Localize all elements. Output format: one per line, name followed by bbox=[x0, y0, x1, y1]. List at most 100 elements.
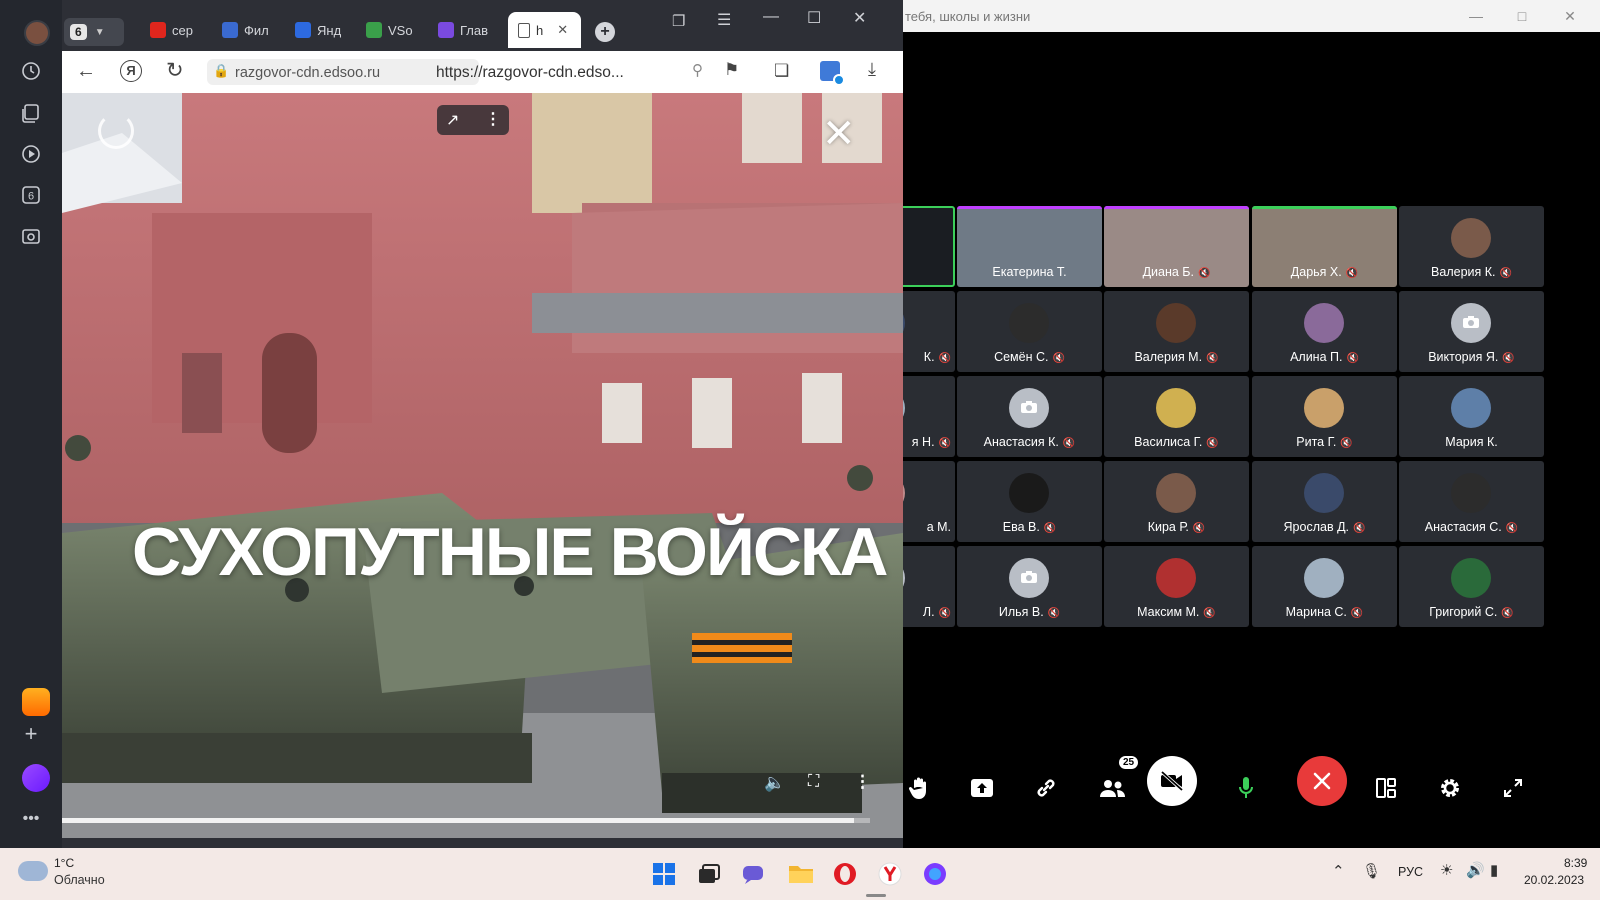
close-icon[interactable]: ✕ bbox=[1560, 6, 1580, 26]
participant-tile[interactable]: Григорий С. 🔇 bbox=[1399, 546, 1544, 627]
browser-tab[interactable]: Янд bbox=[285, 12, 355, 48]
fullscreen-button[interactable] bbox=[1485, 760, 1541, 816]
microphone-tray-icon[interactable]: 🎙 bbox=[1362, 862, 1381, 880]
history-icon[interactable] bbox=[18, 58, 44, 84]
participant-name: Рита Г. 🔇 bbox=[1252, 435, 1397, 449]
alice-icon[interactable] bbox=[919, 858, 951, 890]
browser-tab[interactable]: Глав bbox=[428, 12, 498, 48]
participant-tile[interactable]: Ева В. 🔇 bbox=[957, 461, 1102, 542]
wifi-icon[interactable]: ☀ bbox=[1440, 861, 1453, 879]
yandex-logo-icon[interactable]: Я bbox=[120, 60, 142, 82]
microphone-button[interactable] bbox=[1218, 760, 1274, 816]
participant-tile[interactable]: Илья В. 🔇 bbox=[957, 546, 1102, 627]
avatar bbox=[1304, 473, 1344, 513]
start-icon[interactable] bbox=[648, 858, 680, 890]
minimize-icon[interactable]: — bbox=[763, 8, 779, 26]
copy-link-button[interactable] bbox=[1018, 760, 1074, 816]
participant-name-text: Л. bbox=[922, 605, 935, 619]
tab-active[interactable]: h ✕ bbox=[508, 12, 581, 48]
volume-tray-icon[interactable]: 🔊 bbox=[1466, 861, 1485, 879]
alice-assistant-icon[interactable] bbox=[22, 764, 50, 792]
close-window-icon[interactable]: ✕ bbox=[853, 8, 866, 28]
chat-icon[interactable] bbox=[737, 858, 769, 890]
reload-icon[interactable]: ↻ bbox=[166, 58, 184, 83]
participants-button[interactable]: 25 bbox=[1085, 756, 1141, 816]
url-text[interactable]: https://razgovor-cdn.edso... bbox=[436, 64, 624, 82]
browser-tab[interactable]: сер bbox=[140, 12, 210, 48]
maximize-icon[interactable]: ☐ bbox=[807, 8, 821, 28]
progress-track[interactable] bbox=[62, 818, 870, 823]
volume-icon[interactable]: 🔈 bbox=[764, 773, 785, 793]
participant-name-text: Кира Р. bbox=[1147, 520, 1189, 534]
fullscreen-icon[interactable]: ⛶ bbox=[808, 773, 819, 791]
weather-cloud-icon[interactable] bbox=[18, 861, 48, 881]
participant-tile[interactable]: Алина П. 🔇 bbox=[1252, 291, 1397, 372]
yandex-browser-icon[interactable] bbox=[874, 858, 906, 890]
camera-off-button[interactable] bbox=[1147, 756, 1197, 806]
participant-tile[interactable]: Василиса Г. 🔇 bbox=[1104, 376, 1249, 457]
file-explorer-icon[interactable] bbox=[785, 858, 817, 890]
minimize-icon[interactable]: — bbox=[1466, 6, 1486, 26]
replay-icon[interactable] bbox=[98, 113, 134, 149]
menu-icon[interactable]: ☰ bbox=[717, 10, 731, 30]
speaking-indicator bbox=[1252, 206, 1397, 209]
task-view-icon[interactable] bbox=[693, 858, 725, 890]
collections-add-icon[interactable]: ❏ bbox=[774, 61, 789, 81]
participant-tile[interactable]: Кира Р. 🔇 bbox=[1104, 461, 1249, 542]
extension-icon[interactable] bbox=[820, 61, 845, 86]
hang-up-button[interactable] bbox=[1297, 756, 1347, 806]
add-icon[interactable]: + bbox=[18, 721, 44, 747]
tab-manager-icon[interactable]: ❐ bbox=[672, 12, 685, 30]
play-icon[interactable] bbox=[18, 141, 44, 167]
participant-tile[interactable]: Марина С. 🔇 bbox=[1252, 546, 1397, 627]
participant-tile[interactable]: Екатерина Т. bbox=[957, 206, 1102, 287]
share-screen-button[interactable] bbox=[954, 760, 1010, 816]
participant-tile[interactable]: Анастасия К. 🔇 bbox=[957, 376, 1102, 457]
participant-name: Василиса Г. 🔇 bbox=[1104, 435, 1249, 449]
reader-icon[interactable]: ⚲ bbox=[692, 61, 703, 79]
open-external-icon[interactable]: ↗ bbox=[446, 110, 459, 130]
participant-name: К. 🔇 bbox=[924, 350, 951, 364]
participant-tile[interactable]: Валерия М. 🔇 bbox=[1104, 291, 1249, 372]
participant-tile[interactable]: Ярослав Д. 🔇 bbox=[1252, 461, 1397, 542]
opera-icon[interactable] bbox=[829, 858, 861, 890]
participant-name: Алина П. 🔇 bbox=[1252, 350, 1397, 364]
player-menu-icon[interactable]: ⋮ bbox=[854, 772, 871, 792]
mail-icon[interactable] bbox=[22, 688, 50, 716]
participant-tile[interactable]: Семён С. 🔇 bbox=[957, 291, 1102, 372]
screenshot-icon[interactable] bbox=[18, 223, 44, 249]
weather-description[interactable]: Облачно bbox=[54, 873, 105, 887]
maximize-icon[interactable]: □ bbox=[1512, 6, 1532, 26]
participant-tile[interactable]: Анастасия С. 🔇 bbox=[1399, 461, 1544, 542]
tab-group-button[interactable]: 6 ▼ bbox=[64, 18, 124, 46]
bookmark-icon[interactable]: ⚑ bbox=[724, 60, 739, 80]
weather-temperature[interactable]: 1°C bbox=[54, 856, 74, 870]
chevron-up-icon[interactable]: ⌃ bbox=[1332, 862, 1345, 880]
clock-date[interactable]: 20.02.2023 bbox=[1524, 873, 1584, 887]
video-player[interactable]: СУХОПУТНЫЕ ВОЙСКА ↗ ⋮ ✕ 🔈 ⛶ ⋮ bbox=[62, 93, 903, 838]
close-tab-icon[interactable]: ✕ bbox=[557, 22, 568, 38]
browser-tab[interactable]: Фил bbox=[212, 12, 282, 48]
settings-button[interactable] bbox=[1422, 760, 1478, 816]
participant-tile[interactable]: Максим М. 🔇 bbox=[1104, 546, 1249, 627]
battery-icon[interactable]: ▮ bbox=[1490, 861, 1498, 879]
profile-avatar[interactable] bbox=[24, 20, 50, 46]
new-tab-button[interactable]: + bbox=[595, 22, 615, 42]
more-options-icon[interactable]: ⋮ bbox=[485, 109, 501, 129]
participant-tile[interactable]: Виктория Я. 🔇 bbox=[1399, 291, 1544, 372]
download-icon[interactable]: ⤓ bbox=[868, 59, 876, 80]
participant-tile[interactable]: Валерия К. 🔇 bbox=[1399, 206, 1544, 287]
clock-time[interactable]: 8:39 bbox=[1564, 856, 1587, 870]
collections-icon[interactable] bbox=[18, 100, 44, 126]
tabs-count-icon[interactable]: 6 bbox=[18, 182, 44, 208]
back-icon[interactable]: ← bbox=[76, 60, 96, 83]
participant-tile[interactable]: Рита Г. 🔇 bbox=[1252, 376, 1397, 457]
language-indicator[interactable]: РУС bbox=[1398, 865, 1423, 879]
layout-button[interactable] bbox=[1358, 760, 1414, 816]
participant-tile[interactable]: Дарья Х. 🔇 bbox=[1252, 206, 1397, 287]
browser-tab[interactable]: VSo bbox=[356, 12, 426, 48]
close-player-icon[interactable]: ✕ bbox=[822, 111, 856, 157]
participant-tile[interactable]: Диана Б. 🔇 bbox=[1104, 206, 1249, 287]
participant-tile[interactable]: Мария К. bbox=[1399, 376, 1544, 457]
more-icon[interactable]: ••• bbox=[18, 806, 44, 832]
